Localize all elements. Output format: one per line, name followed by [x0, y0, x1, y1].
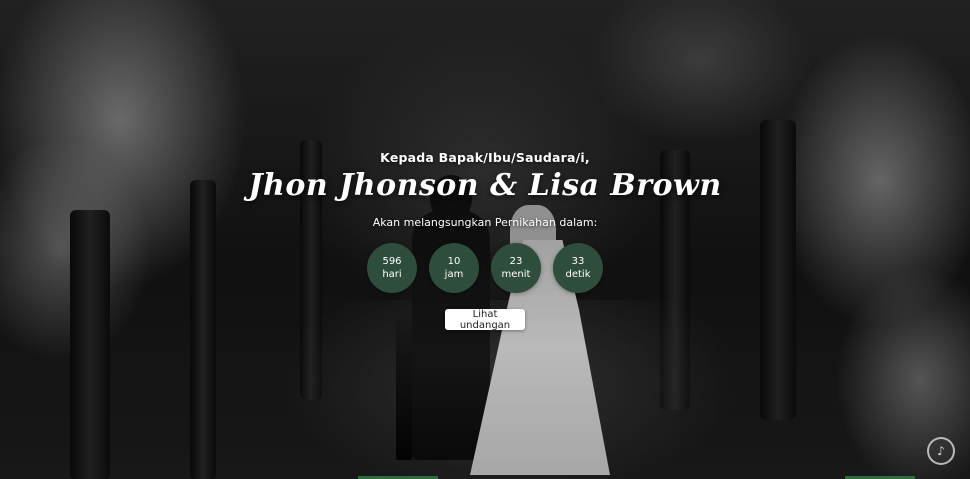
hero-section: Kepada Bapak/Ibu/Saudara/i, Jhon Jhonson…	[0, 0, 970, 479]
greeting-text: Kepada Bapak/Ibu/Saudara/i,	[380, 150, 590, 165]
hero-content: Kepada Bapak/Ibu/Saudara/i, Jhon Jhonson…	[0, 0, 970, 479]
countdown-days: 596 hari	[367, 243, 417, 293]
music-disc-icon[interactable]: ♪	[927, 437, 955, 465]
countdown-seconds: 33 detik	[553, 243, 603, 293]
open-invitation-button[interactable]: Lihat undangan	[445, 309, 525, 331]
countdown-unit: hari	[382, 269, 402, 280]
countdown-unit: menit	[501, 269, 531, 280]
countdown-hours: 10 jam	[429, 243, 479, 293]
countdown-minutes: 23 menit	[491, 243, 541, 293]
couple-names: Jhon Jhonson & Lisa Brown	[248, 168, 722, 203]
countdown-caption: Akan melangsungkan Pernikahan dalam:	[372, 216, 598, 229]
countdown-value: 596	[382, 256, 402, 267]
countdown-unit: jam	[444, 269, 464, 280]
countdown-unit: detik	[565, 269, 591, 280]
countdown-value: 33	[571, 256, 585, 267]
countdown: 596 hari 10 jam 23 menit 33 detik	[367, 243, 603, 293]
countdown-value: 10	[447, 256, 461, 267]
countdown-value: 23	[509, 256, 523, 267]
